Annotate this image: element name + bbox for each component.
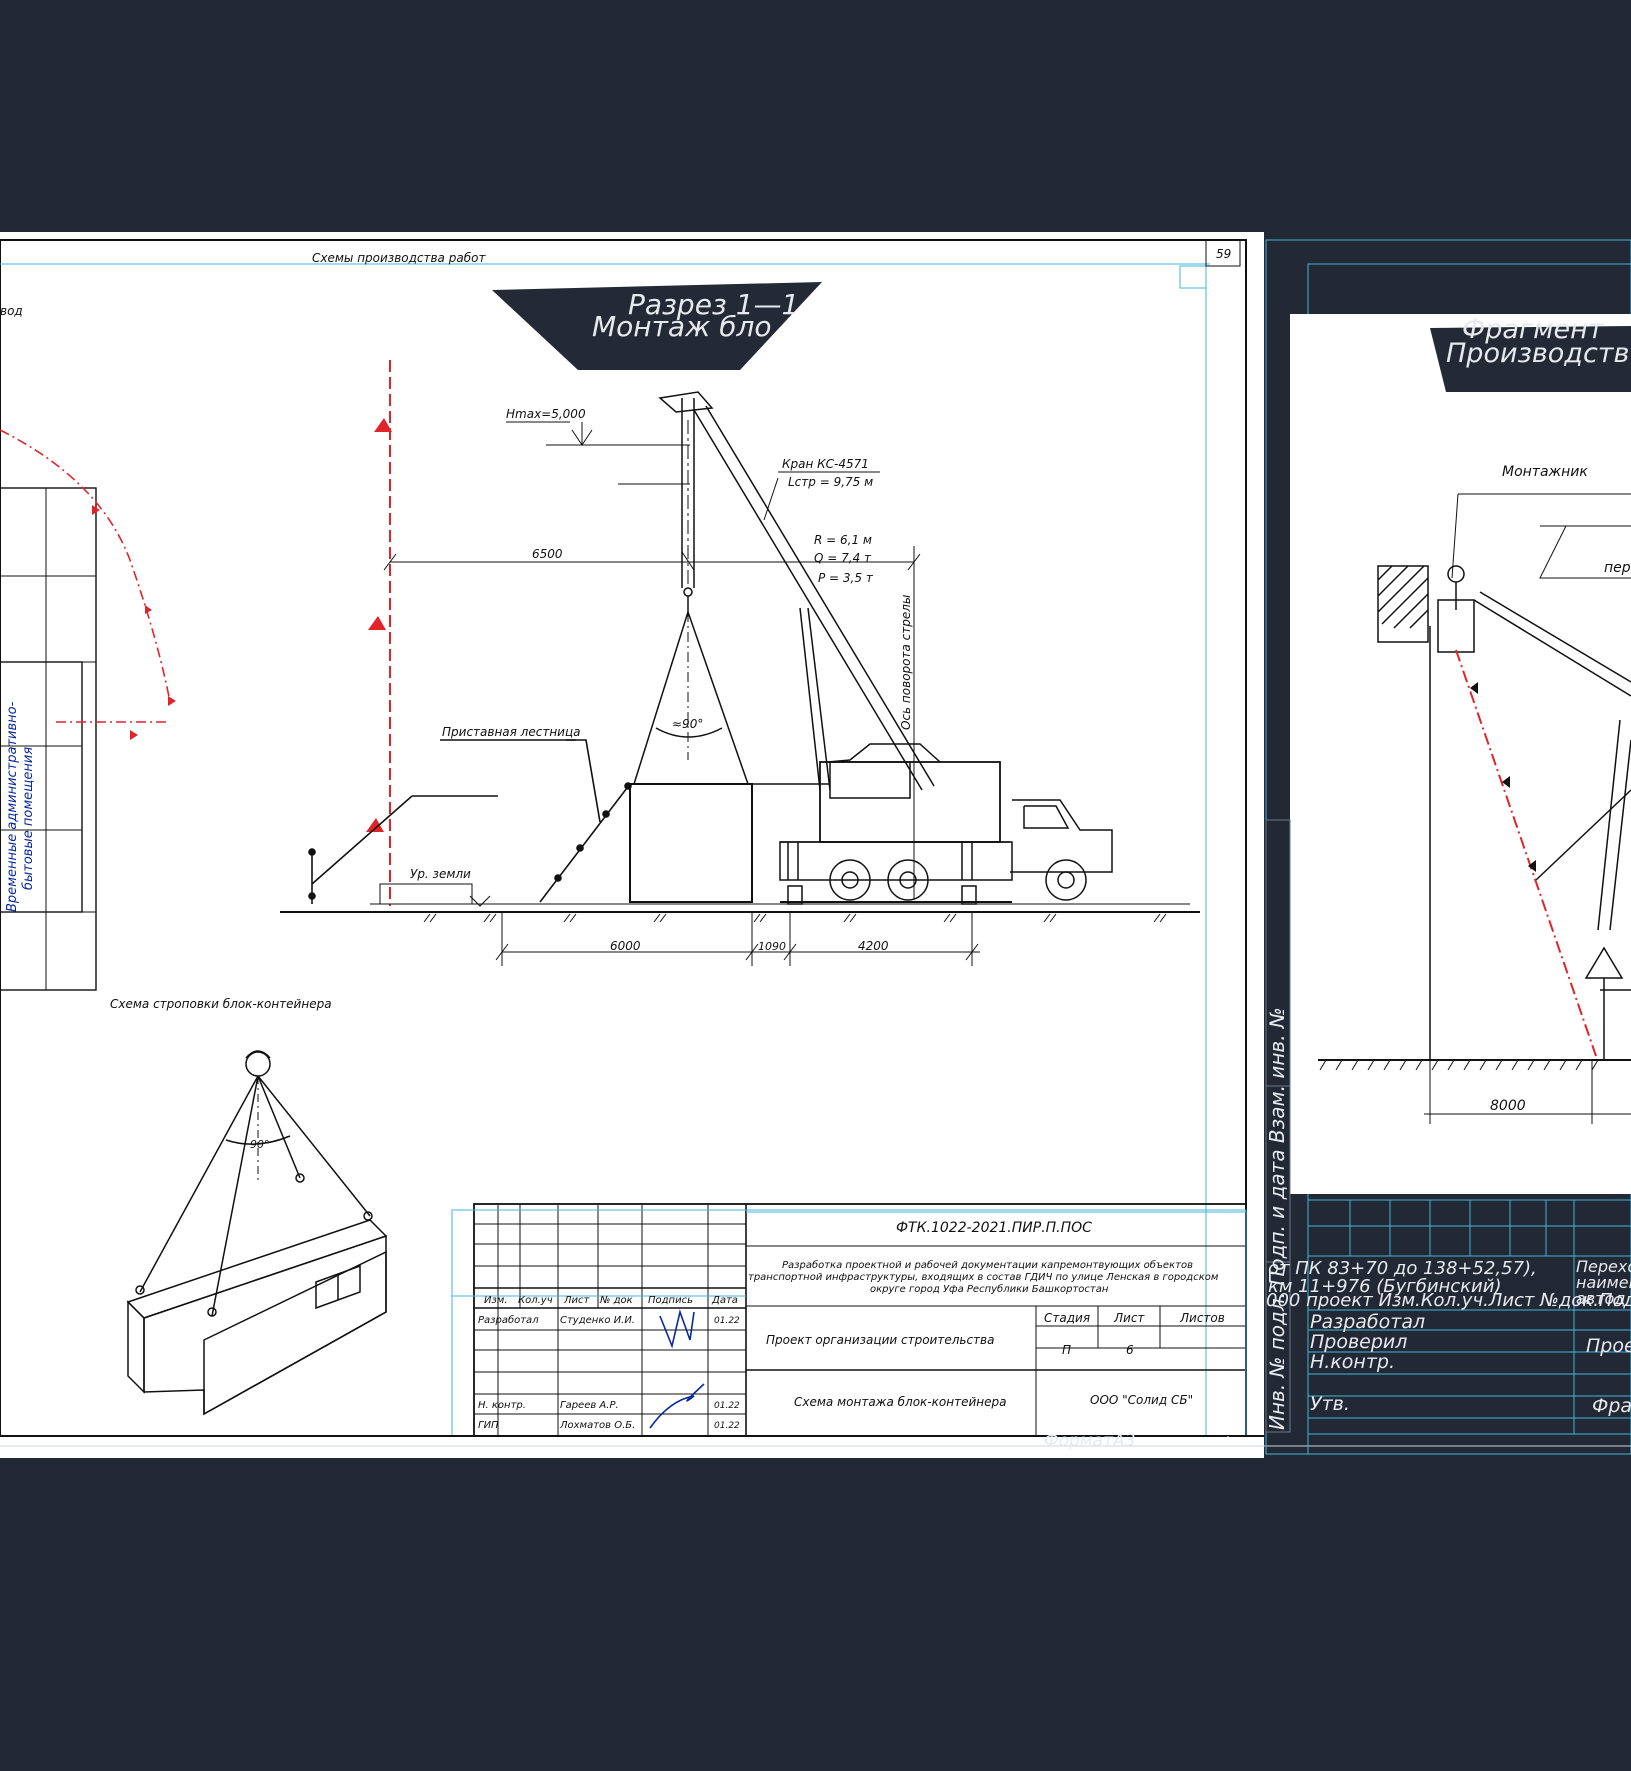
sheet-2-role-checker: Проверил xyxy=(1310,1331,1407,1353)
role-nkontr: Н. контр. xyxy=(478,1400,526,1411)
col-data: Дата xyxy=(711,1295,738,1306)
sheets-header: Листов xyxy=(1179,1311,1225,1325)
sheet-value: 6 xyxy=(1126,1343,1134,1357)
boom-axis-label: Ось поворота стрелы xyxy=(899,595,913,730)
left-fragment-label: вод xyxy=(0,304,23,318)
sheet-1: 59 Схемы производства работ вод Разрез 1… xyxy=(0,232,1264,1458)
drawing-name: Схема монтажа блок-контейнера xyxy=(794,1395,1006,1409)
right-label: пере xyxy=(1604,560,1631,576)
date-gip: 01.22 xyxy=(714,1421,740,1431)
sheet-2-role-developer: Разработал xyxy=(1310,1311,1425,1333)
sheet-2-right-col-5: Фра xyxy=(1592,1395,1631,1417)
dim-4200: 4200 xyxy=(858,939,889,953)
drawing-viewer: 59 Схемы производства работ вод Разрез 1… xyxy=(0,232,1631,1458)
sheet-2: Фрагмент Производств Монтажник пере xyxy=(1265,239,1631,1455)
hmax-label: Hmax=5,000 xyxy=(506,407,586,421)
title-description-3: округе город Уфа Республики Башкортостан xyxy=(870,1283,1109,1295)
col-podpis: Подпись xyxy=(648,1295,693,1306)
name-developer: Студенко И.И. xyxy=(560,1315,635,1326)
dim-1090: 1090 xyxy=(758,940,786,953)
sling-angle: 90° xyxy=(250,1138,270,1151)
sheet-2-role-approved: Утв. xyxy=(1310,1393,1350,1415)
worker-label: Монтажник xyxy=(1502,464,1588,480)
sheet-2-right-col-3: автод xyxy=(1576,1289,1625,1308)
stage-header: Стадия xyxy=(1044,1311,1090,1325)
section-title-line2: Монтаж бло xyxy=(592,310,771,343)
name-gip: Лохматов О.Б. xyxy=(559,1420,635,1431)
sheet-2-title-2: Производств xyxy=(1446,338,1629,369)
sheet-header: Лист xyxy=(1113,1311,1145,1325)
crane-q: Q = 7,4 т xyxy=(814,551,872,565)
sheet-number: 59 xyxy=(1216,247,1231,261)
date-developer: 01.22 xyxy=(714,1316,740,1326)
ground-label: Ур. земли xyxy=(410,867,471,881)
name-nkontr: Гареев А.Р. xyxy=(560,1400,619,1411)
project-name: Проект организации строительства xyxy=(766,1333,994,1347)
slinging-title: Схема строповки блок-контейнера xyxy=(110,997,332,1011)
angle-label: ≈90° xyxy=(672,717,703,731)
dim-6000: 6000 xyxy=(610,939,641,953)
header-title: Схемы производства работ xyxy=(312,251,486,265)
crane-p: P = 3,5 т xyxy=(818,571,874,585)
col-list: Лист xyxy=(563,1295,591,1306)
col-koluch: Кол.уч xyxy=(518,1295,553,1306)
title-description-2: транспортной инфраструктуры, входящих в … xyxy=(748,1272,1219,1283)
role-gip: ГИП xyxy=(478,1420,499,1431)
col-izm: Изм. xyxy=(484,1295,508,1306)
stage-value: П xyxy=(1062,1343,1071,1357)
company: ООО "Солид СБ" xyxy=(1090,1393,1193,1407)
title-code: ФТК.1022-2021.ПИР.П.ПОС xyxy=(896,1220,1092,1236)
sheet-2-right-col-4: Прое xyxy=(1586,1335,1631,1357)
sheet-2-role-nkontr: Н.контр. xyxy=(1310,1351,1395,1373)
dim-6500: 6500 xyxy=(532,547,563,561)
sheet-2-side-stamp: Инв. № подл. Подп. и дата Взам. инв. № xyxy=(1265,1007,1289,1430)
vertical-label-2: бытовые помещения xyxy=(21,747,36,890)
crane-lstr: Lстр = 9,75 м xyxy=(788,475,873,489)
role-developer: Разработал xyxy=(478,1314,539,1326)
title-description-1: Разработка проектной и рабочей документа… xyxy=(782,1259,1193,1271)
ladder-label: Приставная лестница xyxy=(442,725,581,739)
vertical-label-1: Временные административно- xyxy=(5,701,20,912)
col-ndok: № док xyxy=(599,1295,633,1306)
crane-name: Кран КС-4571 xyxy=(782,457,869,471)
crane-r: R = 6,1 м xyxy=(814,533,872,547)
date-nkontr: 01.22 xyxy=(714,1401,740,1411)
sheet-2-dim-8000: 8000 xyxy=(1490,1098,1526,1114)
format-label: ФорматА3 xyxy=(1044,1431,1135,1451)
